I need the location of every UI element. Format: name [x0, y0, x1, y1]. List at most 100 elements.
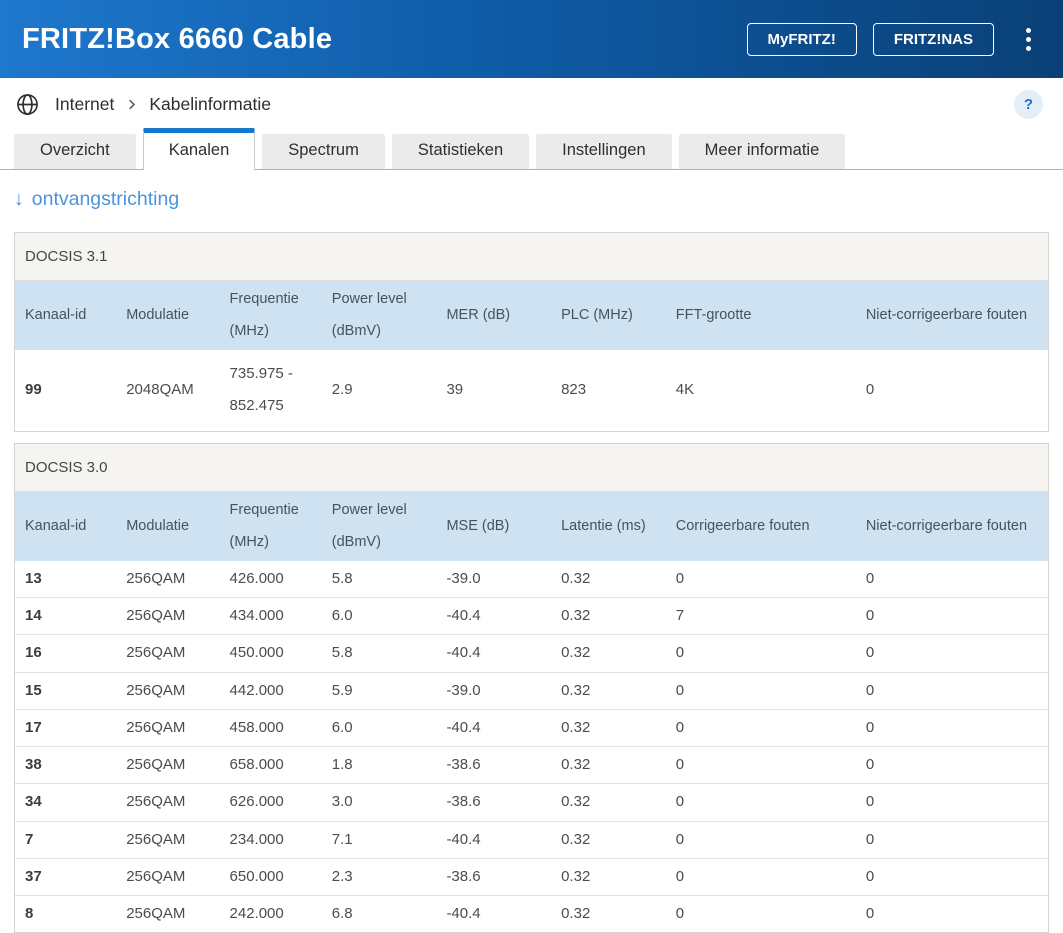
table-cell: 16: [15, 635, 116, 672]
table-cell: 256QAM: [116, 858, 219, 895]
table-cell: -38.6: [436, 747, 551, 784]
table-cell: 0.32: [551, 858, 666, 895]
column-header: Kanaal-id: [15, 492, 116, 561]
breadcrumb-item-internet[interactable]: Internet: [55, 94, 114, 115]
myfritz-button[interactable]: MyFRITZ!: [747, 23, 857, 56]
tab-statistieken[interactable]: Statistieken: [392, 134, 529, 169]
column-header: Corrigeerbare fouten: [666, 492, 856, 561]
table-cell: 2.3: [322, 858, 437, 895]
tab-overzicht[interactable]: Overzicht: [14, 134, 136, 169]
direction-heading-link[interactable]: ↓ ontvangstrichting: [14, 188, 179, 211]
table-cell: 6.8: [322, 896, 437, 933]
column-header: Latentie (ms): [551, 492, 666, 561]
docsis31-body: 992048QAM735.975 - 852.4752.9398234K0: [15, 350, 1048, 431]
table-cell: 7.1: [322, 821, 437, 858]
table-row: 7256QAM234.0007.1-40.40.3200: [15, 821, 1048, 858]
table-cell: 0: [856, 561, 1048, 598]
table-cell: 0: [666, 747, 856, 784]
table-cell: 0: [856, 784, 1048, 821]
breadcrumb-item-kabelinformatie: Kabelinformatie: [149, 94, 271, 115]
tab-kanalen[interactable]: Kanalen: [143, 128, 256, 170]
table-cell: 256QAM: [116, 709, 219, 746]
table-cell: -40.4: [436, 896, 551, 933]
table-cell: 5.8: [322, 561, 437, 598]
fritznas-button[interactable]: FRITZ!NAS: [873, 23, 994, 56]
table-cell: 0: [856, 896, 1048, 933]
table-cell: 34: [15, 784, 116, 821]
table-cell: 8: [15, 896, 116, 933]
tab-bar: Overzicht Kanalen Spectrum Statistieken …: [0, 128, 1063, 170]
column-header: Frequentie (MHz): [220, 492, 322, 561]
table-cell: 256QAM: [116, 747, 219, 784]
table-cell: 256QAM: [116, 598, 219, 635]
table-cell: -38.6: [436, 858, 551, 895]
column-header: Kanaal-id: [15, 281, 116, 350]
table-cell: -40.4: [436, 821, 551, 858]
table-cell: 99: [15, 350, 116, 431]
table-cell: 426.000: [220, 561, 322, 598]
table-cell: 256QAM: [116, 635, 219, 672]
table-cell: 5.8: [322, 635, 437, 672]
table-cell: 0.32: [551, 635, 666, 672]
table-cell: 0.32: [551, 709, 666, 746]
table-row: 992048QAM735.975 - 852.4752.9398234K0: [15, 350, 1048, 431]
column-header: PLC (MHz): [551, 281, 666, 350]
table-cell: 434.000: [220, 598, 322, 635]
table-cell: 650.000: [220, 858, 322, 895]
table-cell: 4K: [666, 350, 856, 431]
table-cell: 0: [666, 896, 856, 933]
content-area: ↓ ontvangstrichting DOCSIS 3.1 Kanaal-id…: [0, 170, 1063, 933]
table-cell: 5.9: [322, 672, 437, 709]
column-header: Modulatie: [116, 492, 219, 561]
table-cell: 7: [666, 598, 856, 635]
docsis31-table: Kanaal-idModulatieFrequentie (MHz)Power …: [15, 281, 1048, 431]
table-cell: 0: [856, 709, 1048, 746]
table-cell: 0: [856, 598, 1048, 635]
table-row: 8256QAM242.0006.8-40.40.3200: [15, 896, 1048, 933]
docsis31-section: DOCSIS 3.1 Kanaal-idModulatieFrequentie …: [14, 232, 1049, 432]
table-cell: 0.32: [551, 561, 666, 598]
table-cell: 14: [15, 598, 116, 635]
table-row: 17256QAM458.0006.0-40.40.3200: [15, 709, 1048, 746]
table-cell: 442.000: [220, 672, 322, 709]
column-header: Power level (dBmV): [322, 281, 437, 350]
table-cell: 450.000: [220, 635, 322, 672]
column-header: Niet-corrigeerbare fouten: [856, 281, 1048, 350]
column-header: MER (dB): [436, 281, 551, 350]
docsis30-body: 13256QAM426.0005.8-39.00.320014256QAM434…: [15, 561, 1048, 933]
tab-instellingen[interactable]: Instellingen: [536, 134, 671, 169]
column-header: FFT-grootte: [666, 281, 856, 350]
tab-spectrum[interactable]: Spectrum: [262, 134, 385, 169]
table-cell: 17: [15, 709, 116, 746]
table-cell: 37: [15, 858, 116, 895]
column-header: MSE (dB): [436, 492, 551, 561]
tab-meer-informatie[interactable]: Meer informatie: [679, 134, 846, 169]
table-cell: 1.8: [322, 747, 437, 784]
docsis30-table: Kanaal-idModulatieFrequentie (MHz)Power …: [15, 492, 1048, 933]
direction-heading-label: ontvangstrichting: [32, 188, 179, 211]
column-header: Frequentie (MHz): [220, 281, 322, 350]
kebab-menu-icon[interactable]: [1016, 22, 1041, 57]
table-cell: -39.0: [436, 561, 551, 598]
table-row: 14256QAM434.0006.0-40.40.3270: [15, 598, 1048, 635]
table-row: 16256QAM450.0005.8-40.40.3200: [15, 635, 1048, 672]
table-cell: 0.32: [551, 821, 666, 858]
table-cell: 626.000: [220, 784, 322, 821]
docsis30-section: DOCSIS 3.0 Kanaal-idModulatieFrequentie …: [14, 443, 1049, 933]
docsis31-title: DOCSIS 3.1: [15, 233, 1048, 281]
table-row: 38256QAM658.0001.8-38.60.3200: [15, 747, 1048, 784]
table-cell: 0: [666, 858, 856, 895]
table-cell: 256QAM: [116, 672, 219, 709]
table-cell: -39.0: [436, 672, 551, 709]
table-cell: 0.32: [551, 784, 666, 821]
docsis30-title: DOCSIS 3.0: [15, 444, 1048, 492]
table-cell: 0.32: [551, 598, 666, 635]
help-button[interactable]: ?: [1014, 90, 1043, 119]
table-cell: -40.4: [436, 635, 551, 672]
table-cell: 234.000: [220, 821, 322, 858]
table-cell: 658.000: [220, 747, 322, 784]
docsis31-header-row: Kanaal-idModulatieFrequentie (MHz)Power …: [15, 281, 1048, 350]
app-title: FRITZ!Box 6660 Cable: [22, 23, 747, 56]
table-cell: 0: [856, 858, 1048, 895]
column-header: Niet-corrigeerbare fouten: [856, 492, 1048, 561]
